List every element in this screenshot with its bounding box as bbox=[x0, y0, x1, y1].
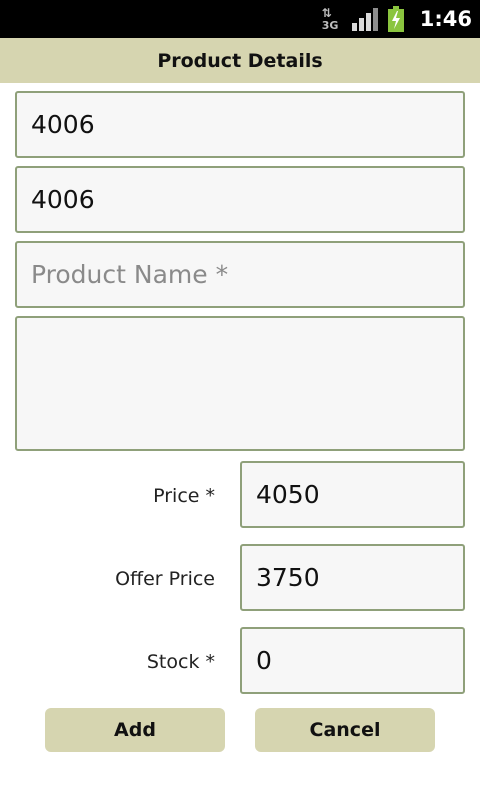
offer-price-field[interactable]: 3750 bbox=[240, 544, 465, 611]
cancel-button[interactable]: Cancel bbox=[255, 708, 435, 752]
product-name-field[interactable]: Product Name * bbox=[15, 241, 465, 308]
price-field[interactable]: 4050 bbox=[240, 461, 465, 528]
battery-charging-icon bbox=[387, 6, 404, 32]
product-code-field[interactable]: 4006 bbox=[15, 91, 465, 158]
stock-field[interactable]: 0 bbox=[240, 627, 465, 694]
description-field[interactable] bbox=[15, 316, 465, 451]
stock-label: Stock * bbox=[146, 651, 215, 673]
product-id-field[interactable]: 4006 bbox=[15, 166, 465, 233]
add-button[interactable]: Add bbox=[45, 708, 225, 752]
add-button-label: Add bbox=[114, 719, 156, 741]
price-label: Price * bbox=[153, 485, 215, 507]
cancel-button-label: Cancel bbox=[309, 719, 381, 741]
page-title: Product Details bbox=[157, 49, 323, 72]
status-icons: ⇅ 3G 1:46 bbox=[320, 0, 472, 38]
network-type-label: 3G bbox=[321, 19, 339, 32]
offer-price-value: 3750 bbox=[256, 563, 320, 592]
status-clock: 1:46 bbox=[419, 7, 472, 31]
network-3g-icon: ⇅ 3G bbox=[321, 6, 339, 32]
status-bar: ⇅ 3G 1:46 bbox=[0, 0, 480, 38]
stock-value: 0 bbox=[256, 646, 272, 675]
price-value: 4050 bbox=[256, 480, 320, 509]
offer-price-label: Offer Price bbox=[115, 568, 215, 590]
product-id-value: 4006 bbox=[31, 185, 95, 214]
product-code-value: 4006 bbox=[31, 110, 95, 139]
product-name-placeholder: Product Name * bbox=[31, 260, 229, 289]
page-title-bar: Product Details bbox=[0, 38, 480, 83]
signal-bars-icon bbox=[351, 7, 378, 31]
